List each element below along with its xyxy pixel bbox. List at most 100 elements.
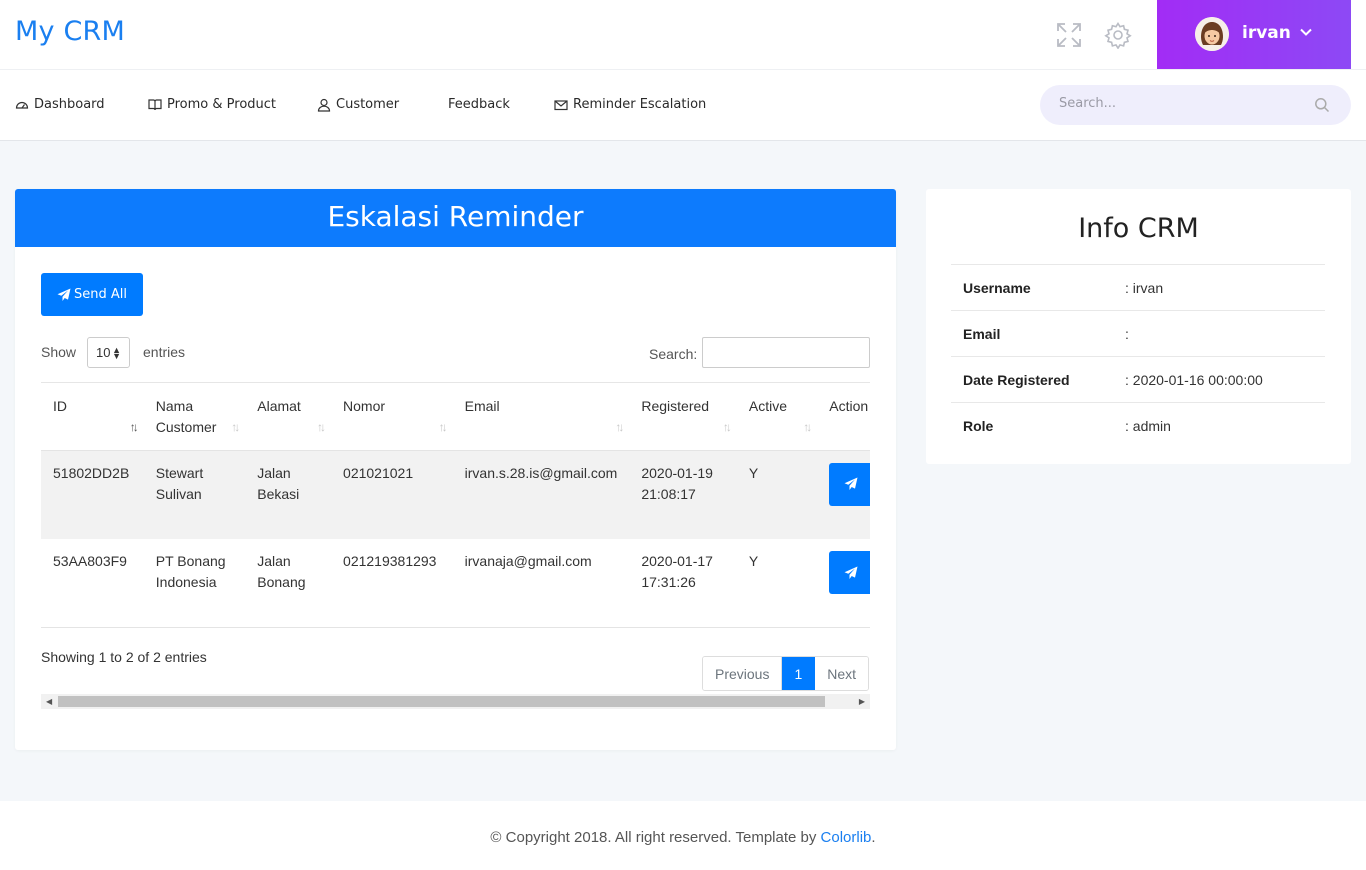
scroll-left-icon[interactable]: ◀ bbox=[46, 697, 52, 706]
send-reminder-button[interactable] bbox=[829, 551, 870, 594]
table-search-input[interactable] bbox=[702, 337, 870, 368]
nav-item-customer[interactable]: Customer bbox=[317, 97, 399, 112]
info-key: Role bbox=[963, 418, 994, 434]
top-header: My CRM irvan bbox=[0, 0, 1366, 70]
page-1-button[interactable]: 1 bbox=[782, 657, 816, 690]
table-divider bbox=[41, 627, 870, 628]
info-value: : 2020-01-16 00:00:00 bbox=[1125, 372, 1263, 388]
user-icon bbox=[317, 98, 331, 112]
global-search bbox=[1040, 85, 1351, 125]
reminder-card: Eskalasi Reminder Send All Show 10 ▲ ▼ en… bbox=[15, 189, 896, 750]
column-header-registered[interactable]: Registered ↑↓ bbox=[629, 383, 737, 451]
previous-page-button[interactable]: Previous bbox=[703, 657, 783, 690]
colorlib-link[interactable]: Colorlib bbox=[821, 829, 872, 846]
scroll-right-icon[interactable]: ▶ bbox=[859, 697, 865, 706]
sort-icon: ↑↓ bbox=[231, 419, 240, 434]
cell-active: Y bbox=[748, 553, 759, 569]
select-arrows-icon: ▲ ▼ bbox=[112, 345, 121, 361]
pagination: Previous 1 Next bbox=[702, 656, 870, 691]
sort-icon: ↑↓ bbox=[438, 419, 448, 434]
column-label: ID bbox=[53, 398, 67, 414]
cell-alamat: Jalan Bekasi bbox=[257, 464, 300, 502]
card-title: Eskalasi Reminder bbox=[15, 189, 896, 247]
column-label: Nama Customer bbox=[155, 398, 217, 435]
entries-value: 10 bbox=[96, 345, 111, 360]
nav-item-dashboard[interactable]: Dashboard bbox=[15, 97, 105, 112]
user-menu[interactable]: irvan bbox=[1157, 0, 1351, 69]
table-info: Showing 1 to 2 of 2 entries bbox=[41, 649, 207, 665]
envelope-icon bbox=[554, 99, 568, 110]
cell-active: Y bbox=[748, 464, 759, 481]
user-name: irvan bbox=[1242, 23, 1291, 43]
entries-select[interactable]: 10 ▲ ▼ bbox=[87, 337, 130, 368]
nav-item-label: Feedback bbox=[448, 97, 510, 112]
info-row-username: Username : irvan bbox=[951, 265, 1325, 311]
horizontal-scrollbar[interactable]: ◀ ▶ bbox=[41, 694, 870, 709]
column-header-email[interactable]: Email ↑↓ bbox=[452, 383, 630, 451]
cell-email: irvanaja@gmail.com bbox=[464, 553, 592, 569]
nav-item-label: Promo & Product bbox=[167, 97, 277, 112]
cell-nama: PT Bonang Indonesia bbox=[155, 553, 226, 590]
search-icon[interactable] bbox=[1314, 97, 1330, 113]
paper-plane-icon bbox=[844, 477, 858, 490]
send-all-button[interactable]: Send All bbox=[41, 273, 143, 316]
customer-table: ID ↑↓ Nama Customer ↑↓ Alamat ↑↓ Nomor ↑↓ Em… bbox=[41, 382, 870, 627]
global-search-input[interactable] bbox=[1059, 96, 1309, 111]
avatar bbox=[1195, 17, 1229, 51]
sort-icon: ↑↓ bbox=[803, 419, 812, 434]
send-reminder-button[interactable] bbox=[829, 462, 870, 506]
sort-icon: ↑↓ bbox=[317, 419, 326, 434]
column-header-id[interactable]: ID ↑↓ bbox=[41, 383, 144, 451]
footer: © Copyright 2018. All right reserved. Te… bbox=[0, 801, 1366, 870]
column-header-alamat[interactable]: Alamat ↑↓ bbox=[245, 383, 332, 451]
column-header-nomor[interactable]: Nomor ↑↓ bbox=[331, 383, 453, 451]
cell-action bbox=[817, 450, 870, 539]
table-row: 53AA803F9 PT Bonang Indonesia Jalan Bona… bbox=[41, 539, 870, 627]
cell-registered: 2020-01-19 21:08:17 bbox=[641, 464, 713, 502]
column-label: Registered bbox=[641, 398, 710, 414]
footer-suffix: . bbox=[871, 829, 876, 846]
footer-text: © Copyright 2018. All right reserved. Te… bbox=[490, 829, 821, 846]
dashboard-icon bbox=[15, 101, 29, 109]
cell-nama: Stewart Sulivan bbox=[155, 464, 204, 502]
next-page-button[interactable]: Next bbox=[815, 657, 869, 690]
column-header-nama-customer[interactable]: Nama Customer ↑↓ bbox=[143, 383, 246, 451]
info-crm-card: Info CRM Username : irvan Email : Date R… bbox=[926, 189, 1351, 464]
sort-icon: ↑↓ bbox=[722, 419, 732, 434]
sort-asc-icon: ↑↓ bbox=[129, 419, 139, 434]
info-row-role: Role : admin bbox=[951, 403, 1325, 449]
table-row: 51802DD2B Stewart Sulivan Jalan Bekasi 0… bbox=[41, 450, 870, 539]
book-icon bbox=[148, 98, 162, 110]
info-title: Info CRM bbox=[1078, 213, 1199, 244]
gear-icon[interactable] bbox=[1104, 21, 1132, 50]
entries-label: entries bbox=[143, 344, 186, 360]
table-header-row: ID ↑↓ Nama Customer ↑↓ Alamat ↑↓ Nomor ↑↓ Em… bbox=[41, 383, 870, 451]
paper-plane-icon bbox=[57, 288, 71, 301]
paper-plane-icon bbox=[844, 566, 858, 579]
cell-action bbox=[817, 539, 870, 627]
info-value: : bbox=[1125, 326, 1129, 342]
scrollbar-thumb[interactable] bbox=[58, 696, 825, 707]
column-label: Alamat bbox=[257, 398, 301, 414]
brand-logo[interactable]: My CRM bbox=[15, 16, 125, 47]
nav-item-reminder-escalation[interactable]: Reminder Escalation bbox=[554, 97, 706, 112]
nav-item-promo-product[interactable]: Promo & Product bbox=[148, 97, 276, 112]
info-key: Username bbox=[963, 280, 1031, 296]
cell-id: 53AA803F9 bbox=[53, 553, 127, 569]
info-value: : irvan bbox=[1125, 280, 1164, 296]
nav-item-label: Dashboard bbox=[34, 97, 105, 112]
nav-item-feedback[interactable]: Feedback bbox=[448, 97, 510, 112]
cell-nomor: 021219381293 bbox=[343, 553, 437, 569]
nav-item-label: Reminder Escalation bbox=[573, 97, 707, 112]
info-value: : admin bbox=[1125, 418, 1171, 434]
cell-nomor: 021021021 bbox=[343, 464, 414, 481]
info-key: Date Registered bbox=[963, 372, 1070, 388]
fullscreen-icon[interactable] bbox=[1055, 21, 1083, 49]
cell-alamat: Jalan Bonang bbox=[257, 553, 306, 590]
chevron-down-icon bbox=[1300, 28, 1312, 36]
column-label: Email bbox=[464, 398, 500, 414]
cell-email: irvan.s.28.is@gmail.com bbox=[464, 464, 618, 481]
column-header-active[interactable]: Active ↑↓ bbox=[736, 383, 818, 451]
info-row-date-registered: Date Registered : 2020-01-16 00:00:00 bbox=[951, 357, 1325, 403]
nav-item-label: Customer bbox=[336, 97, 400, 112]
